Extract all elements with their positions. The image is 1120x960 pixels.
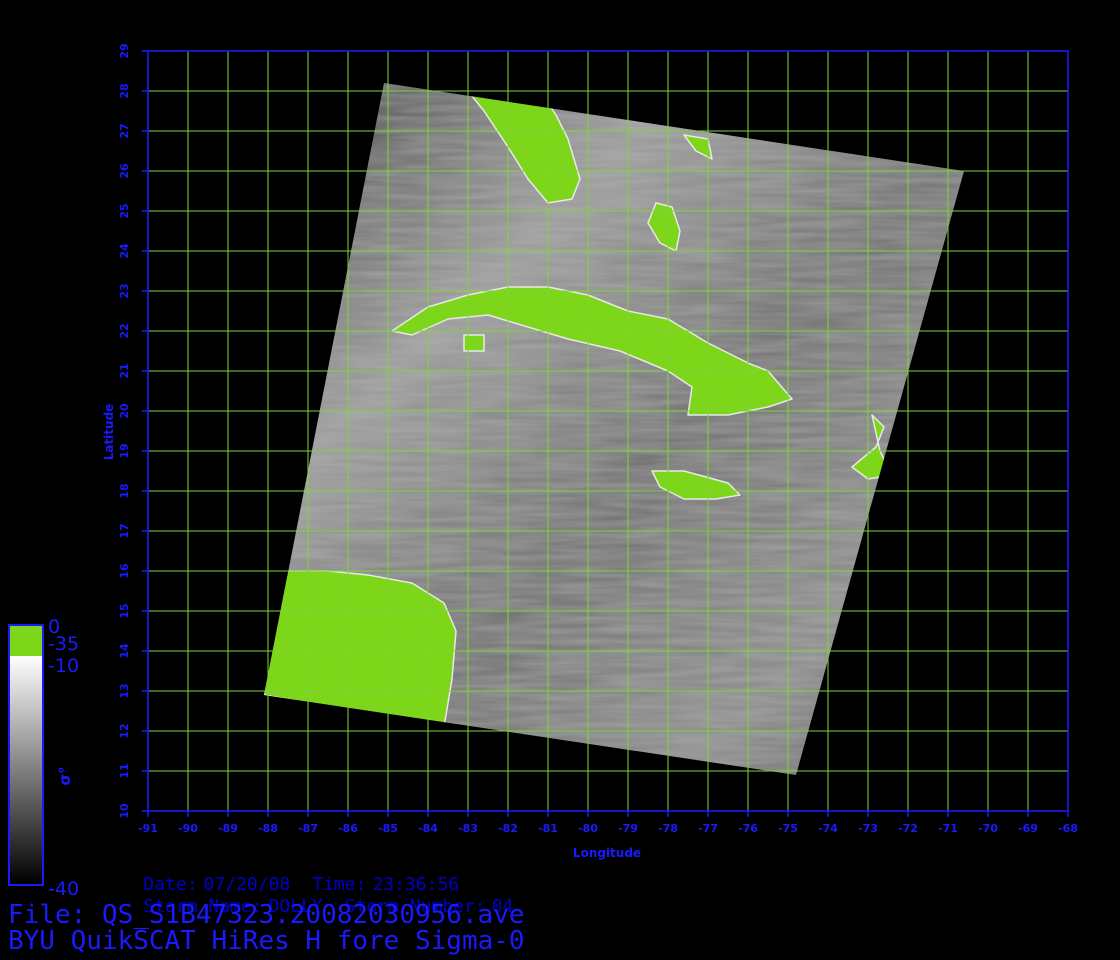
y-tick-label: 29 (118, 43, 131, 58)
colorbar-label-minus10: -10 (48, 655, 79, 677)
y-axis-title: Latitude (102, 404, 116, 461)
y-tick-label: 26 (118, 163, 131, 179)
x-tick-label: -69 (1018, 822, 1038, 835)
y-tick-label: 15 (118, 603, 131, 618)
x-tick-label: -83 (458, 822, 478, 835)
y-tick-label: 11 (118, 763, 131, 778)
x-tick-label: -80 (578, 822, 598, 835)
y-tick-label: 14 (118, 643, 131, 659)
colorbar-land-segment (10, 626, 42, 656)
colorbar-gray-segment (10, 656, 42, 884)
x-tick-label: -72 (898, 822, 918, 835)
y-tick-label: 23 (118, 283, 131, 298)
x-tick-label: -78 (658, 822, 678, 835)
x-tick-label: -71 (938, 822, 958, 835)
x-axis-title: Longitude (573, 846, 641, 860)
x-tick-label: -82 (498, 822, 518, 835)
x-tick-label: -77 (698, 822, 718, 835)
x-tick-label: -81 (538, 822, 558, 835)
x-tick-label: -68 (1058, 822, 1078, 835)
x-tick-label: -79 (618, 822, 638, 835)
y-tick-label: 22 (118, 323, 131, 338)
x-tick-label: -91 (138, 822, 158, 835)
y-tick-label: 27 (118, 123, 131, 138)
y-tick-label: 19 (118, 443, 131, 458)
x-tick-label: -87 (298, 822, 318, 835)
x-tick-label: -86 (338, 822, 358, 835)
longitude-tick-labels: -91 -90 -89 -88 -87 -86 -85 -84 -83 -82 -81 -80 -79 -… (138, 811, 1078, 835)
x-tick-label: -70 (978, 822, 998, 835)
x-tick-label: -90 (178, 822, 198, 835)
y-tick-label: 25 (118, 203, 131, 218)
map-plot: -91 -90 -89 -88 -87 -86 -85 -84 -83 -82 -81 -80 -79 -… (8, 43, 1078, 900)
colorbar-label-minus40: -40 (48, 878, 79, 900)
central-america-landmass (264, 570, 457, 728)
y-tick-label: 20 (118, 403, 131, 419)
y-tick-label: 28 (118, 83, 131, 98)
colorbar-label-minus35: -35 (48, 633, 79, 655)
colorbar: 0 -35 -10 -40 σ° (8, 616, 79, 900)
y-tick-label: 16 (118, 563, 131, 579)
x-tick-label: -85 (378, 822, 398, 835)
latitude-tick-labels: 10 11 12 13 14 15 16 17 18 19 20 21 22 23 24 25 26 27 28 29 (118, 43, 148, 819)
x-tick-label: -76 (738, 822, 758, 835)
colorbar-quantity-label: σ° (56, 766, 74, 785)
y-tick-label: 17 (118, 523, 131, 538)
x-tick-label: -74 (818, 822, 838, 835)
x-tick-label: -73 (858, 822, 878, 835)
isle-of-youth (463, 334, 485, 352)
y-tick-label: 24 (118, 243, 131, 259)
x-tick-label: -84 (418, 822, 438, 835)
x-tick-label: -75 (778, 822, 798, 835)
scatterometer-image: -91 -90 -89 -88 -87 -86 -85 -84 -83 -82 -81 -80 -79 -… (0, 0, 1120, 960)
x-tick-label: -89 (218, 822, 238, 835)
file-name-line: File: QS_S1B47323.20082030956.ave (8, 900, 525, 930)
y-tick-label: 21 (118, 363, 131, 378)
product-title-line: BYU QuikSCAT HiRes H fore Sigma-0 (8, 926, 525, 956)
y-tick-label: 18 (118, 483, 131, 498)
x-tick-label: -88 (258, 822, 278, 835)
y-tick-label: 10 (118, 803, 131, 819)
y-tick-label: 12 (118, 723, 131, 738)
y-tick-label: 13 (118, 683, 131, 698)
